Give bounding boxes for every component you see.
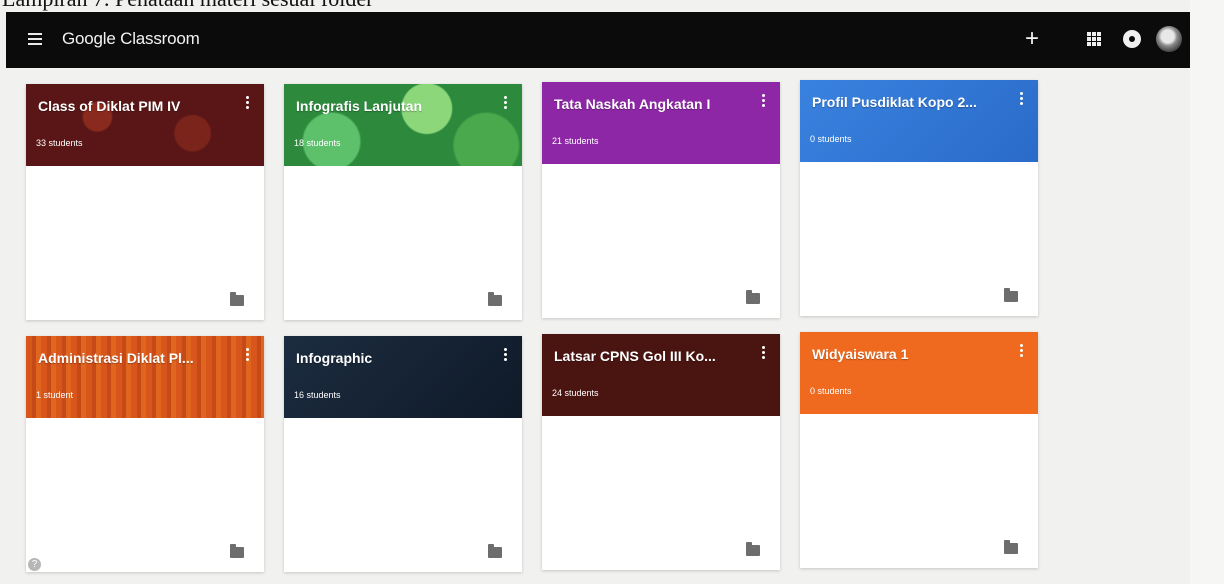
top-app-bar: Google Classroom + [6, 12, 1190, 68]
more-options-icon[interactable] [760, 94, 766, 112]
class-card[interactable]: Latsar CPNS Gol III Ko... 24 students [542, 334, 780, 570]
student-count: 21 students [552, 136, 599, 146]
class-name[interactable]: Class of Diklat PIM IV [38, 98, 224, 114]
class-name[interactable]: Infografis Lanjutan [296, 98, 482, 114]
student-count: 16 students [294, 390, 341, 400]
folder-icon[interactable] [488, 292, 502, 306]
class-card-header: Infographic 16 students [284, 336, 522, 418]
class-card-header: Profil Pusdiklat Kopo 2... 0 students [800, 80, 1038, 162]
class-card[interactable]: Class of Diklat PIM IV 33 students [26, 84, 264, 320]
folder-icon[interactable] [1004, 288, 1018, 302]
student-count: 18 students [294, 138, 341, 148]
page-edge [1190, 0, 1224, 584]
more-options-icon[interactable] [760, 346, 766, 364]
apps-grid-icon[interactable] [1087, 32, 1101, 46]
more-options-icon[interactable] [502, 348, 508, 366]
class-card-header: Class of Diklat PIM IV 33 students [26, 84, 264, 166]
student-count: 1 student [36, 390, 74, 400]
class-name[interactable]: Infographic [296, 350, 482, 366]
folder-icon[interactable] [1004, 540, 1018, 554]
folder-icon[interactable] [488, 544, 502, 558]
more-options-icon[interactable] [502, 96, 508, 114]
student-count: 0 students [810, 134, 852, 144]
student-count: 33 students [36, 138, 83, 148]
class-card-header: Latsar CPNS Gol III Ko... 24 students [542, 334, 780, 416]
more-options-icon[interactable] [244, 348, 250, 366]
class-card-header: Infografis Lanjutan 18 students [284, 84, 522, 166]
add-icon[interactable]: + [1022, 26, 1042, 52]
class-card[interactable]: Profil Pusdiklat Kopo 2... 0 students [800, 80, 1038, 316]
notification-icon[interactable] [1123, 30, 1141, 48]
document-caption: Lampiran 7. Penataan materi sesuai folde… [2, 0, 373, 10]
class-name[interactable]: Latsar CPNS Gol III Ko... [554, 348, 740, 364]
avatar[interactable] [1156, 26, 1182, 52]
menu-icon[interactable] [28, 33, 42, 47]
class-name[interactable]: Tata Naskah Angkatan I [554, 96, 740, 112]
class-name[interactable]: Profil Pusdiklat Kopo 2... [812, 94, 998, 110]
class-card[interactable]: Tata Naskah Angkatan I 21 students [542, 82, 780, 318]
app-title: Google Classroom [62, 29, 200, 48]
folder-icon[interactable] [230, 544, 244, 558]
class-name[interactable]: Administrasi Diklat Pl... [38, 350, 224, 366]
class-card-header: Tata Naskah Angkatan I 21 students [542, 82, 780, 164]
class-name[interactable]: Widyaiswara 1 [812, 346, 998, 362]
help-icon[interactable]: ? [28, 558, 41, 571]
folder-icon[interactable] [746, 290, 760, 304]
more-options-icon[interactable] [244, 96, 250, 114]
class-card[interactable]: Administrasi Diklat Pl... 1 student [26, 336, 264, 572]
class-card[interactable]: Infografis Lanjutan 18 students [284, 84, 522, 320]
more-options-icon[interactable] [1018, 92, 1024, 110]
student-count: 0 students [810, 386, 852, 396]
class-card[interactable]: Widyaiswara 1 0 students [800, 332, 1038, 568]
folder-icon[interactable] [230, 292, 244, 306]
student-count: 24 students [552, 388, 599, 398]
class-card-header: Widyaiswara 1 0 students [800, 332, 1038, 414]
folder-icon[interactable] [746, 542, 760, 556]
class-card[interactable]: Infographic 16 students [284, 336, 522, 572]
class-card-header: Administrasi Diklat Pl... 1 student [26, 336, 264, 418]
more-options-icon[interactable] [1018, 344, 1024, 362]
